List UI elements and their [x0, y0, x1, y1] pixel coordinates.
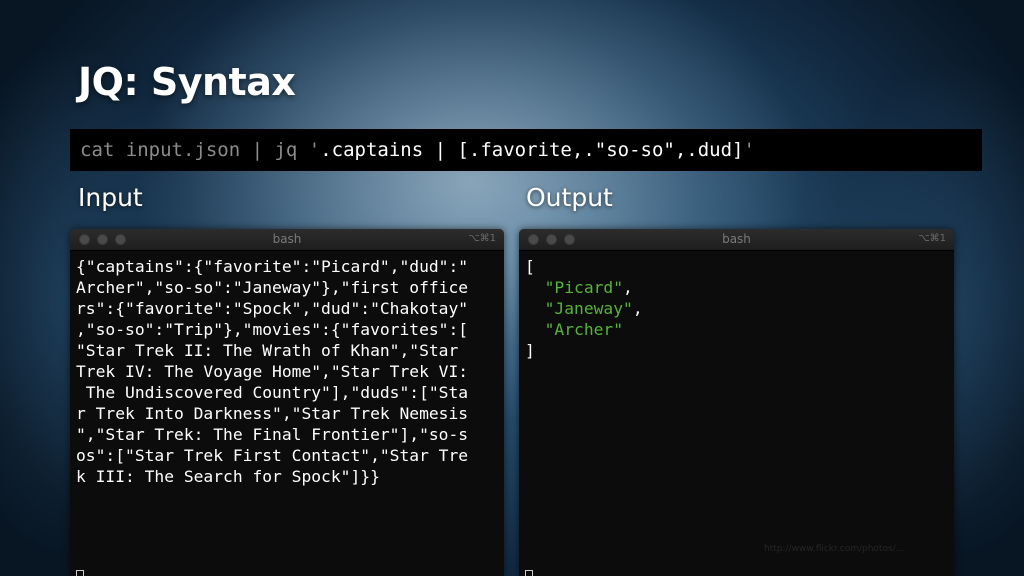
- terminal-cursor: [525, 570, 533, 576]
- command-bar: cat input.json | jq ' .captains | [.favor…: [70, 129, 982, 171]
- terminal-line: {"captains":{"favorite":"Picard","dud":": [76, 257, 469, 276]
- input-terminal-titlebar[interactable]: bash ⌥⌘1: [70, 229, 504, 251]
- output-value: "Janeway": [544, 299, 633, 318]
- output-terminal-window[interactable]: bash ⌥⌘1 [ "Picard", "Janeway", "Archer"…: [519, 229, 954, 576]
- output-terminal-title: bash: [722, 232, 751, 246]
- output-value-row: "Picard",: [525, 277, 948, 298]
- terminal-line: rs":{"favorite":"Spock","dud":"Chakotay": [76, 299, 469, 318]
- output-open-bracket: [: [525, 257, 535, 276]
- terminal-line: ,"so-so":"Trip"},"movies":{"favorites":[: [76, 320, 469, 339]
- output-label: Output: [526, 183, 613, 212]
- input-terminal-body[interactable]: {"captains":{"favorite":"Picard","dud":"…: [70, 251, 504, 487]
- output-close-bracket: ]: [525, 341, 535, 360]
- command-prefix: cat input.json | jq ': [80, 139, 321, 161]
- input-terminal-shortcut: ⌥⌘1: [468, 233, 496, 244]
- output-value-row: "Janeway",: [525, 298, 948, 319]
- slide-title: JQ: Syntax: [78, 60, 296, 104]
- output-value-row: "Archer": [525, 319, 948, 340]
- command-filter: .captains | [.favorite,."so-so",.dud]: [320, 139, 744, 161]
- input-label: Input: [78, 183, 143, 212]
- command-suffix: ': [743, 139, 755, 161]
- terminal-line: ","Star Trek: The Final Frontier"],"so-s: [76, 425, 469, 444]
- output-value: "Archer": [544, 320, 624, 339]
- input-terminal-title: bash: [272, 232, 302, 246]
- terminal-line: Trek IV: The Voyage Home","Star Trek VI:: [76, 362, 469, 381]
- terminal-line: Archer","so-so":"Janeway"},"first office: [76, 278, 469, 297]
- slide: JQ: Syntax cat input.json | jq ' .captain…: [0, 0, 1024, 576]
- terminal-line: r Trek Into Darkness","Star Trek Nemesis: [76, 404, 469, 423]
- output-separator: ,: [632, 299, 643, 318]
- terminal-line: "Star Trek II: The Wrath of Khan","Star: [76, 341, 459, 360]
- terminal-line: k III: The Search for Spock"]}}: [76, 467, 380, 486]
- input-terminal-window[interactable]: bash ⌥⌘1 {"captains":{"favorite":"Picard…: [70, 229, 504, 576]
- terminal-line: os":["Star Trek First Contact","Star Tre: [76, 446, 469, 465]
- output-value: "Picard": [544, 278, 624, 297]
- output-terminal-titlebar[interactable]: bash ⌥⌘1: [519, 229, 954, 251]
- terminal-line: The Undiscovered Country"],"duds":["Sta: [76, 383, 469, 402]
- output-separator: ,: [623, 278, 633, 297]
- output-terminal-shortcut: ⌥⌘1: [918, 233, 946, 244]
- output-terminal-body[interactable]: [ "Picard", "Janeway", "Archer" ]: [519, 251, 954, 361]
- terminal-cursor: [76, 570, 84, 576]
- image-credit-watermark: http://www.flickr.com/photos/...: [764, 544, 905, 554]
